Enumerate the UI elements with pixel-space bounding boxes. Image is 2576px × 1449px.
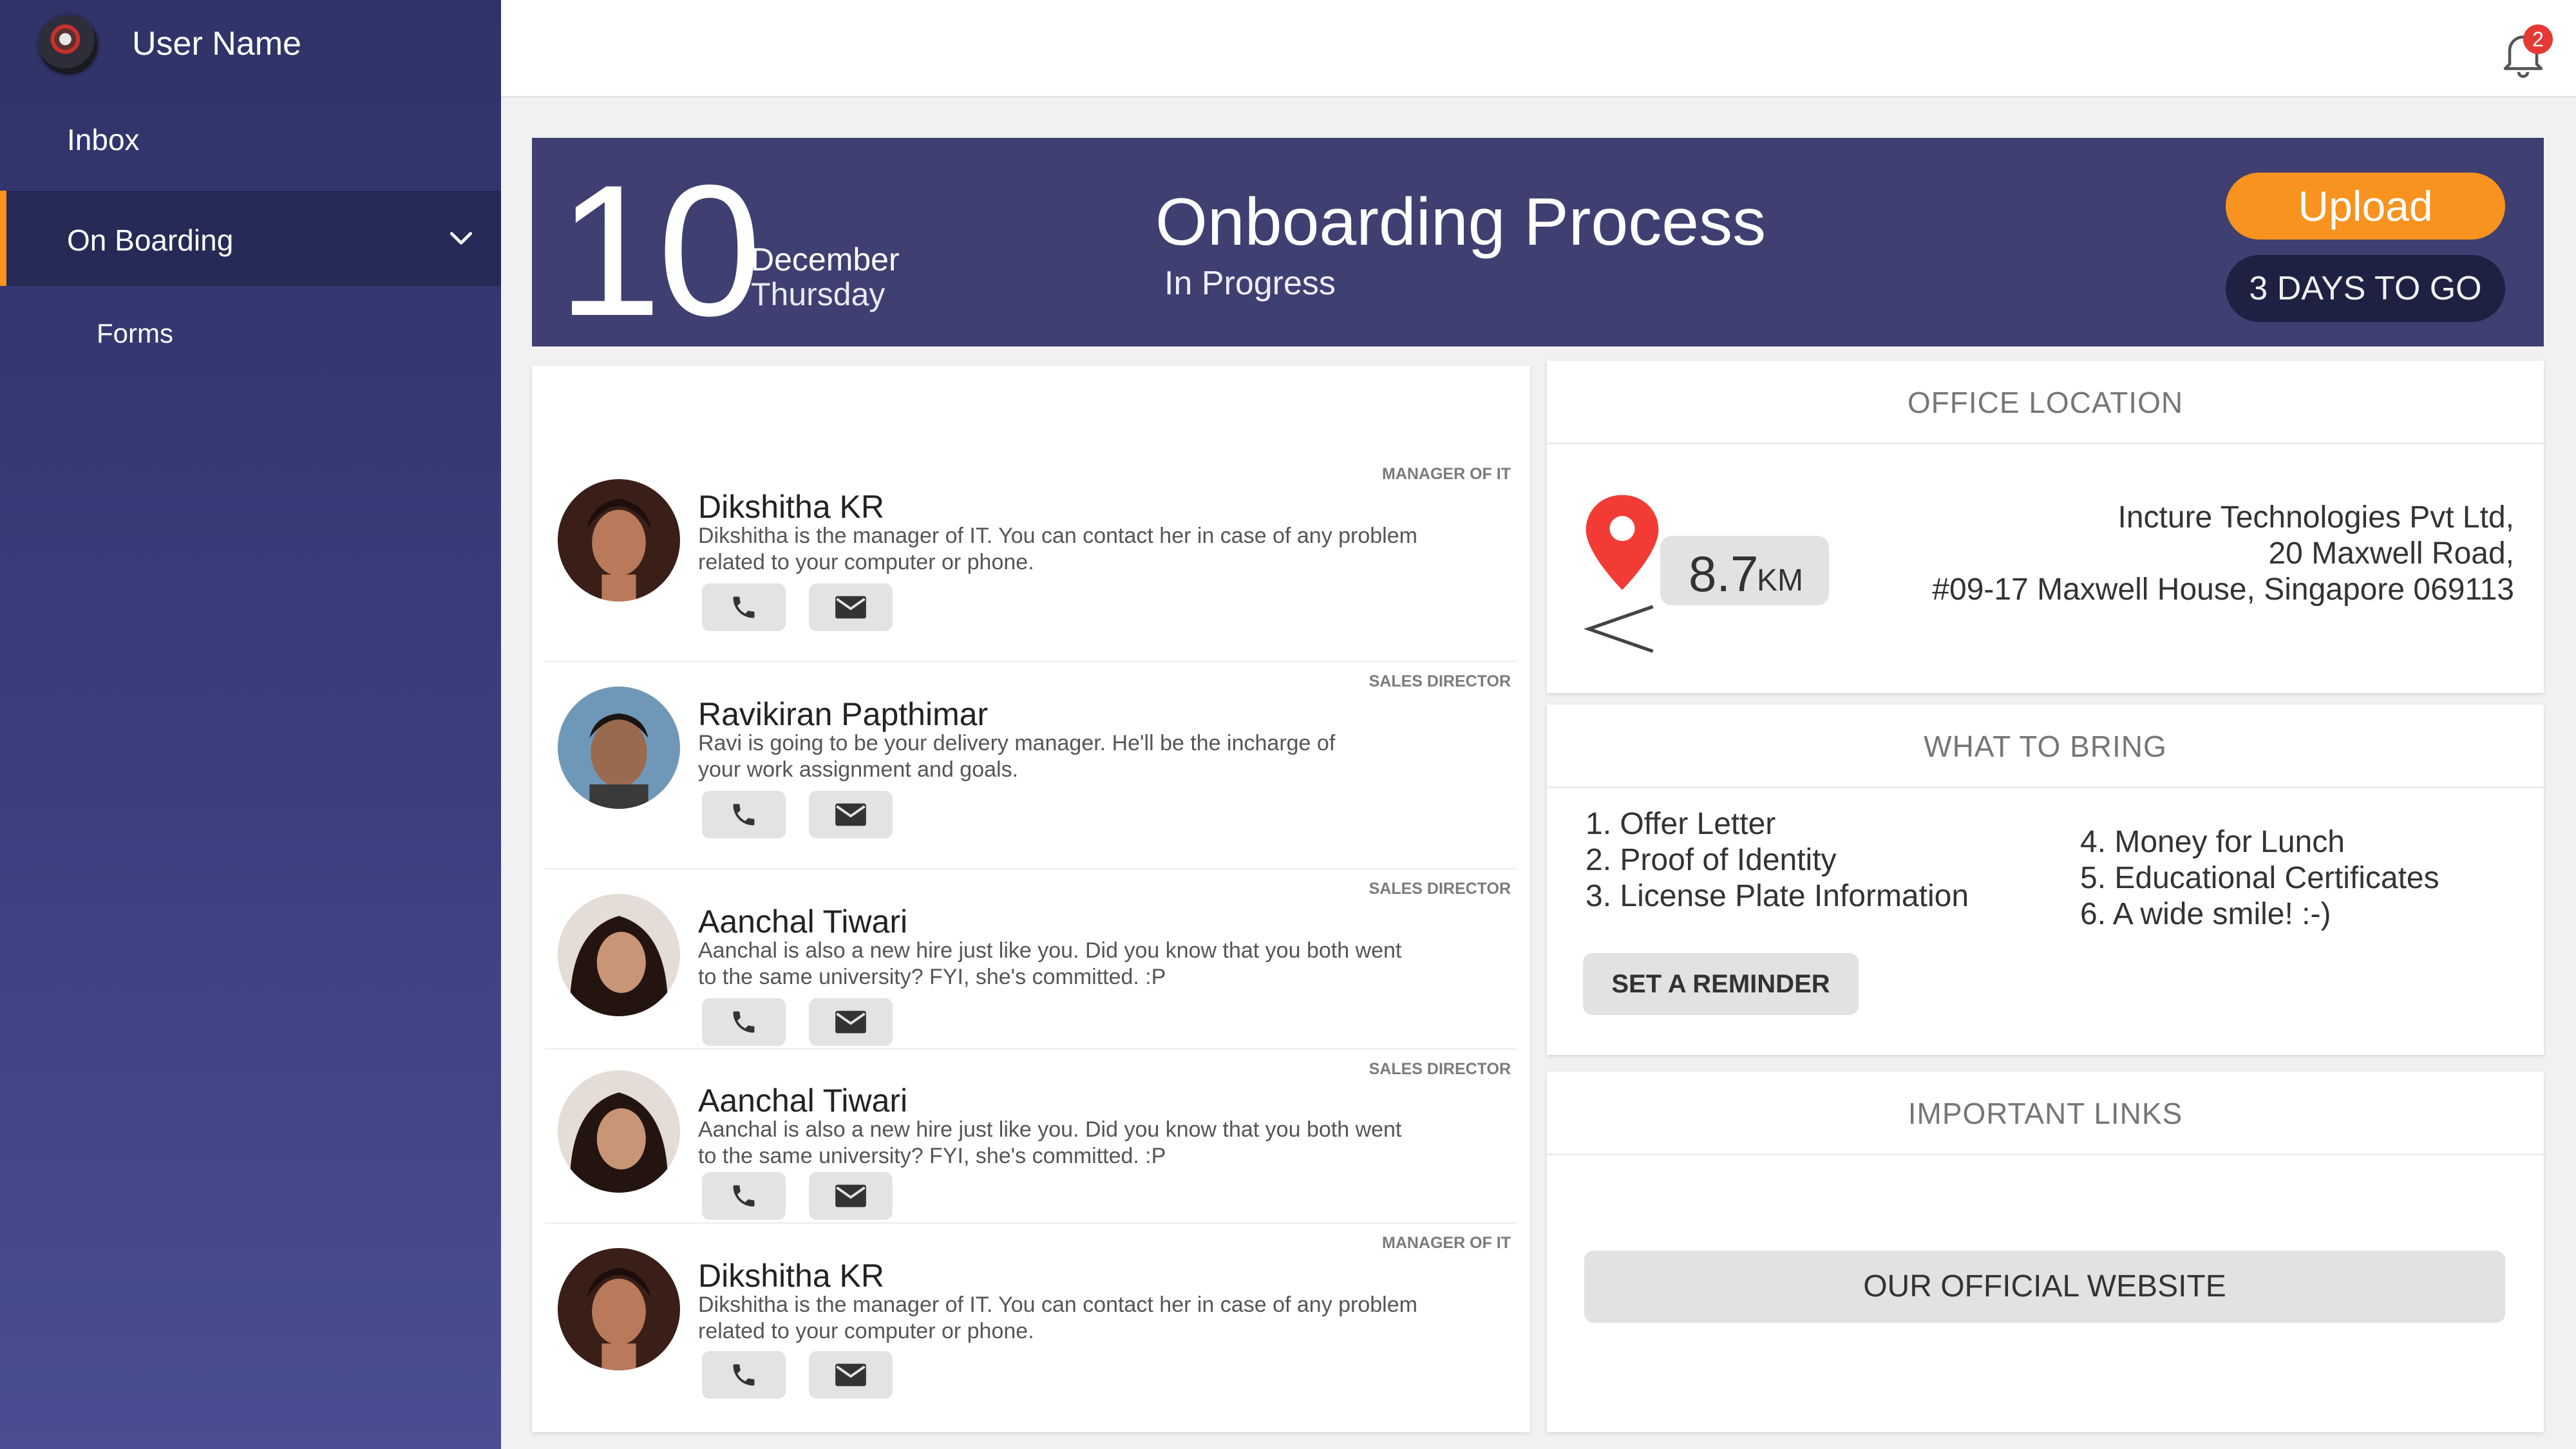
onboarding-banner: 10 December Thursday Onboarding Process … [532, 138, 2544, 346]
upload-button[interactable]: Upload [2226, 173, 2505, 240]
mail-icon [835, 1010, 866, 1034]
mail-icon [835, 803, 866, 826]
email-button[interactable] [809, 583, 893, 631]
sidebar-item-on-boarding[interactable]: On Boarding [0, 191, 501, 286]
call-button[interactable] [702, 791, 786, 838]
contact-item: SALES DIRECTOR Aanchal Tiwari Aanchal is… [545, 869, 1517, 1050]
list-item: 6. A wide smile! :-) [2080, 897, 2331, 931]
chevron-down-icon[interactable] [447, 224, 475, 252]
card-heading: WHAT TO BRING [1547, 705, 2544, 788]
phone-icon [733, 804, 755, 826]
contact-name: Ravikiran Papthimar [698, 696, 989, 732]
phone-icon [733, 1011, 755, 1033]
contact-avatar [558, 1248, 680, 1370]
contact-name: Dikshitha KR [698, 489, 884, 525]
important-links-card: IMPORTANT LINKS OUR OFFICIAL WEBSITE [1547, 1072, 2544, 1432]
contact-role: SALES DIRECTOR [1368, 1060, 1511, 1078]
card-heading: IMPORTANT LINKS [1547, 1072, 2544, 1155]
distance-badge: 8.7 KM [1660, 536, 1829, 605]
call-button[interactable] [702, 583, 786, 631]
contact-description: Aanchal is also a new hire just like you… [698, 938, 1402, 989]
sidebar-item-label: On Boarding [67, 223, 234, 257]
contact-name: Dikshitha KR [698, 1258, 884, 1294]
phone-icon [733, 1185, 755, 1207]
list-item: 1. Offer Letter [1586, 807, 1776, 841]
date-month: December [751, 242, 900, 278]
email-button[interactable] [809, 1172, 893, 1220]
contact-role: MANAGER OF IT [1382, 1234, 1511, 1252]
contacts-card: MANAGER OF IT Dikshitha KR Dikshitha is … [532, 366, 1530, 1432]
official-website-button[interactable]: OUR OFFICIAL WEBSITE [1584, 1251, 2505, 1323]
email-button[interactable] [809, 998, 893, 1046]
list-item: 5. Educational Certificates [2080, 861, 2439, 895]
contact-name: Aanchal Tiwari [698, 1083, 908, 1119]
process-status: In Progress [1164, 265, 1336, 302]
sidebar: User Name Inbox On Boarding Forms [0, 0, 501, 1449]
contact-item: SALES DIRECTOR Ravikiran Papthimar Ravi … [545, 662, 1517, 869]
list-item: 3. License Plate Information [1586, 879, 1969, 913]
contact-item: SALES DIRECTOR Aanchal Tiwari Aanchal is… [545, 1050, 1517, 1224]
set-reminder-button[interactable]: SET A REMINDER [1583, 953, 1859, 1015]
date-day: 10 [558, 146, 762, 355]
office-location-card: OFFICE LOCATION 8.7 KM Incture Technolog… [1547, 361, 2544, 693]
days-to-go-badge: 3 DAYS TO GO [2226, 255, 2505, 322]
distance-unit: KM [1757, 564, 1803, 598]
contact-avatar [558, 894, 680, 1016]
call-button[interactable] [702, 1351, 786, 1399]
address-line: #09-17 Maxwell House, Singapore 069113 [1932, 573, 2514, 607]
email-button[interactable] [809, 1351, 893, 1399]
user-profile[interactable]: User Name [0, 0, 501, 90]
sidebar-item-forms[interactable]: Forms [0, 286, 501, 376]
user-avatar[interactable] [36, 13, 100, 77]
mail-icon [835, 596, 866, 619]
sidebar-item-label: Forms [97, 318, 173, 348]
contact-avatar [558, 1070, 680, 1193]
phone-icon [733, 1364, 755, 1386]
sidebar-item-inbox[interactable]: Inbox [0, 90, 501, 185]
contact-name: Aanchal Tiwari [698, 904, 908, 940]
what-to-bring-card: WHAT TO BRING 1. Offer Letter 2. Proof o… [1547, 705, 2544, 1055]
date-weekday: Thursday [751, 276, 886, 312]
top-bar: 2 [501, 0, 2576, 98]
call-button[interactable] [702, 1172, 786, 1220]
contact-avatar [558, 479, 680, 601]
card-heading: OFFICE LOCATION [1547, 361, 2544, 444]
email-button[interactable] [809, 791, 893, 838]
phone-icon [733, 596, 755, 618]
contact-role: MANAGER OF IT [1382, 465, 1511, 483]
list-item: 2. Proof of Identity [1586, 843, 1837, 877]
call-button[interactable] [702, 998, 786, 1046]
address-line: Incture Technologies Pvt Ltd, [2117, 500, 2515, 535]
contact-item: MANAGER OF IT Dikshitha KR Dikshitha is … [545, 1225, 1517, 1432]
contact-role: SALES DIRECTOR [1368, 672, 1511, 690]
distance-value: 8.7 [1689, 545, 1759, 602]
contact-description: Ravi is going to be your delivery manage… [698, 731, 1336, 782]
contact-description: Dikshitha is the manager of IT. You can … [698, 524, 1417, 574]
contact-description: Dikshitha is the manager of IT. You can … [698, 1293, 1417, 1343]
sidebar-item-label: Inbox [67, 123, 140, 156]
mail-icon [835, 1363, 866, 1387]
notification-badge: 2 [2523, 24, 2553, 54]
contact-role: SALES DIRECTOR [1368, 880, 1511, 898]
contact-avatar [558, 687, 680, 809]
contact-item: MANAGER OF IT Dikshitha KR Dikshitha is … [545, 455, 1517, 662]
address-line: 20 Maxwell Road, [2268, 536, 2514, 571]
process-title: Onboarding Process [1155, 185, 1766, 260]
user-name: User Name [132, 25, 301, 62]
contact-description: Aanchal is also a new hire just like you… [698, 1117, 1402, 1168]
map-pin-icon [1584, 495, 1659, 653]
list-item: 4. Money for Lunch [2080, 825, 2345, 859]
mail-icon [835, 1184, 866, 1208]
